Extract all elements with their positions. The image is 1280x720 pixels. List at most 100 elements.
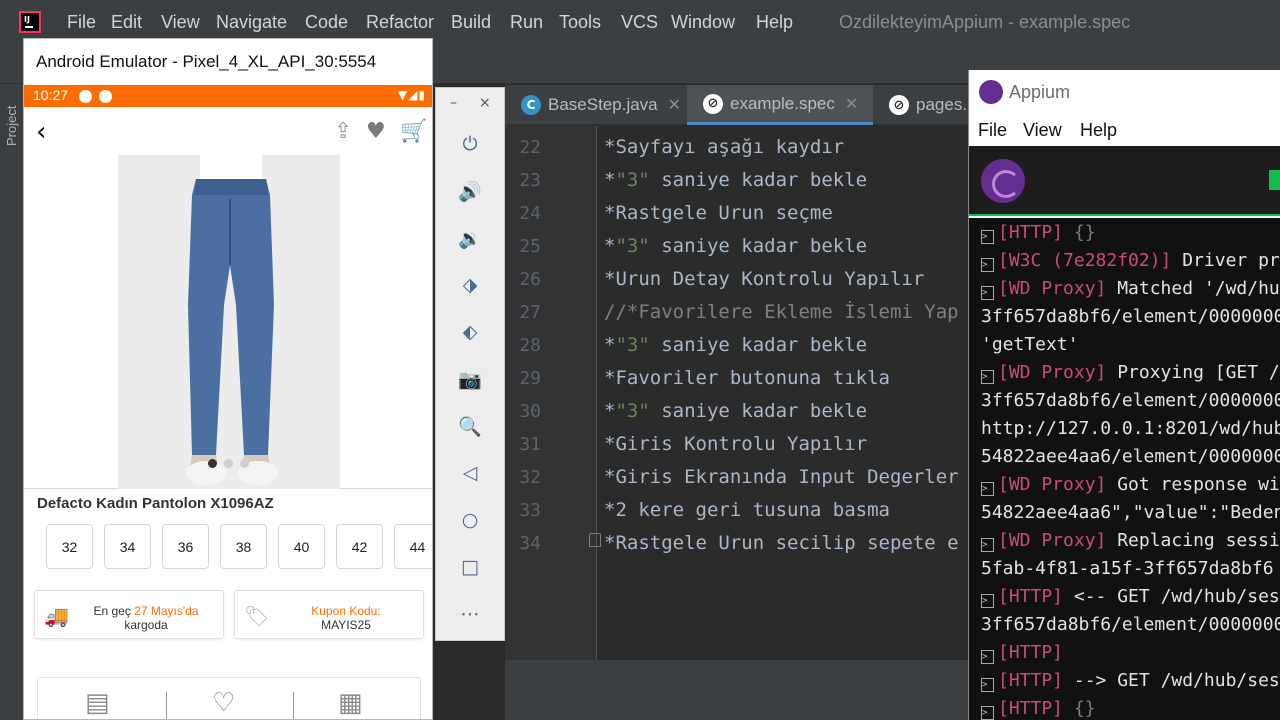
ide-menu-refactor[interactable]: Refactor (366, 12, 434, 33)
product-photo (118, 155, 340, 489)
line-number: 24 (519, 203, 541, 224)
line-number: 26 (519, 269, 541, 290)
minimize-icon[interactable]: – (450, 95, 457, 111)
cart-icon[interactable]: 🛒 (400, 119, 427, 144)
code-text: saniye kadar bekle (649, 169, 868, 191)
size-option[interactable]: 44 (394, 524, 432, 569)
size-chart-icon[interactable]: ▤ (85, 688, 110, 718)
favorite-heart-icon[interactable]: ♥ (366, 119, 386, 144)
coupon-info-card[interactable]: 🏷 Kupon Kodu: MAYIS25 (234, 590, 424, 639)
ide-menu-code[interactable]: Code (305, 12, 348, 33)
rotate-right-icon[interactable]: ⬖ (457, 319, 483, 345)
appium-menu-view[interactable]: View (1023, 120, 1062, 141)
code-text: * (604, 400, 616, 422)
close-icon[interactable]: ✕ (668, 95, 681, 115)
ide-menu-build[interactable]: Build (451, 12, 491, 33)
size-option[interactable]: 34 (104, 524, 151, 569)
log-text: {} (1073, 222, 1096, 243)
carousel-dot[interactable] (224, 459, 233, 468)
overview-square-icon[interactable]: □ (457, 554, 483, 580)
share-icon[interactable]: ⇪ (334, 119, 352, 144)
carousel-dot-active[interactable] (208, 459, 217, 468)
back-arrow-icon[interactable]: ‹ (36, 117, 46, 147)
code-text: * (604, 334, 616, 356)
rotate-left-icon[interactable]: ⬗ (457, 272, 483, 298)
ide-window-title: OzdilekteyimAppium - example.spec (839, 12, 1131, 32)
code-line[interactable]: *Giris Ekranında Input Degerler (604, 466, 959, 488)
more-icon[interactable]: ⋯ (457, 601, 483, 627)
code-line[interactable]: *"3" saniye kadar bekle (604, 334, 867, 356)
ide-menu-file[interactable]: File (67, 12, 96, 33)
line-number: 30 (519, 401, 541, 422)
back-triangle-icon[interactable]: ◁ (457, 460, 483, 486)
zoom-icon[interactable]: 🔍 (457, 413, 483, 439)
ide-menu-navigate[interactable]: Navigate (216, 12, 287, 33)
string-literal: "3" (615, 400, 650, 422)
code-line[interactable]: *"3" saniye kadar bekle (604, 169, 867, 191)
terminal-prompt-icon: > (981, 678, 994, 692)
editor-tab-bar: C BaseStep.java ✕ ⊘ example.spec ✕ ⊘ pag… (505, 85, 975, 125)
code-line[interactable]: *Urun Detay Kontrolu Yapılır (604, 268, 924, 290)
code-line[interactable]: *Sayfayı aşağı kaydır (604, 136, 844, 158)
close-icon[interactable]: × (479, 95, 491, 111)
log-line: > [HTTP] {} (981, 222, 1096, 244)
code-line[interactable]: *Rastgele Urun seçme (604, 202, 833, 224)
appium-menu-help[interactable]: Help (1080, 120, 1117, 141)
log-tag: [HTTP] (998, 670, 1064, 691)
size-option[interactable]: 38 (220, 524, 267, 569)
home-circle-icon[interactable]: ○ (457, 507, 483, 533)
close-icon[interactable]: ✕ (845, 94, 858, 114)
product-image[interactable] (24, 155, 432, 489)
code-line[interactable]: *"3" saniye kadar bekle (604, 235, 867, 257)
log-line: > [W3C (7e282f02)] Driver pr (981, 250, 1280, 272)
ide-menu-help[interactable]: Help (756, 12, 793, 33)
line-number: 28 (519, 335, 541, 356)
ide-side-toolbar (0, 84, 24, 720)
appium-menu-file[interactable]: File (978, 120, 1007, 141)
log-line: > [WD Proxy] Got response wi (981, 474, 1280, 496)
ide-menu-edit[interactable]: Edit (111, 12, 142, 33)
ide-menu-run[interactable]: Run (510, 12, 543, 33)
log-tag: [WD Proxy] (998, 362, 1107, 383)
log-tag: [HTTP] (998, 222, 1064, 243)
log-line: 5fab-4f81-a15f-3ff657da8bf6 (981, 558, 1280, 579)
ide-menu-vcs[interactable]: VCS (621, 12, 658, 33)
code-line[interactable]: *"3" saniye kadar bekle (604, 400, 867, 422)
tab-basestep-java[interactable]: C BaseStep.java ✕ (505, 85, 687, 125)
appium-log-panel[interactable]: > [HTTP] {} > [W3C (7e282f02)] Driver pr > [W… (969, 218, 1280, 720)
volume-up-icon[interactable]: 🔊 (457, 178, 483, 204)
log-text: 54822aee4aa6","value":"Beden (981, 502, 1280, 523)
log-text: Proxying [GET / (1106, 362, 1280, 383)
start-inspector-button[interactable] (1269, 170, 1280, 190)
delivery-text: En geç 27 Mayıs'da kargoda (93, 604, 199, 632)
volume-down-icon[interactable]: 🔉 (457, 225, 483, 251)
log-text: Got response wi (1106, 474, 1280, 495)
size-option[interactable]: 32 (46, 524, 93, 569)
code-line[interactable]: *Giris Kontrolu Yapılır (604, 433, 867, 455)
size-option[interactable]: 36 (162, 524, 209, 569)
code-line[interactable]: *Favoriler butonuna tıkla (604, 367, 890, 389)
log-text: <-- GET /wd/hub/ses (1063, 586, 1280, 607)
fold-marker-icon[interactable] (589, 533, 601, 547)
carousel-dot[interactable] (240, 459, 249, 468)
log-line: 'getText' (981, 334, 1079, 355)
code-line[interactable]: *2 kere geri tusuna basma (604, 499, 890, 521)
log-text: Matched '/wd/hu (1106, 278, 1280, 299)
project-tool-window-tab[interactable]: Project (4, 106, 19, 146)
power-icon[interactable]: ⏻ (457, 131, 483, 157)
favorite-outline-icon[interactable]: ♡ (212, 688, 235, 718)
ide-menu-view[interactable]: View (161, 12, 200, 33)
ide-menu-tools[interactable]: Tools (559, 12, 601, 33)
ide-menu-window[interactable]: Window (671, 12, 735, 33)
truck-icon: 🚚 (44, 604, 69, 628)
size-option[interactable]: 40 (278, 524, 325, 569)
log-line: 3ff657da8bf6/element/0000000 (981, 390, 1280, 411)
code-line[interactable]: //*Favorilere Ekleme İslemi Yap (604, 301, 959, 323)
tab-pages-spec[interactable]: ⊘ pages. (873, 85, 983, 125)
camera-icon[interactable]: 📷 (457, 366, 483, 392)
size-option[interactable]: 42 (336, 524, 383, 569)
code-line[interactable]: *Rastgele Urun secilip sepete e (604, 532, 959, 554)
tab-example-spec[interactable]: ⊘ example.spec ✕ (687, 85, 873, 125)
product-info-icon[interactable]: ▦ (338, 688, 363, 718)
